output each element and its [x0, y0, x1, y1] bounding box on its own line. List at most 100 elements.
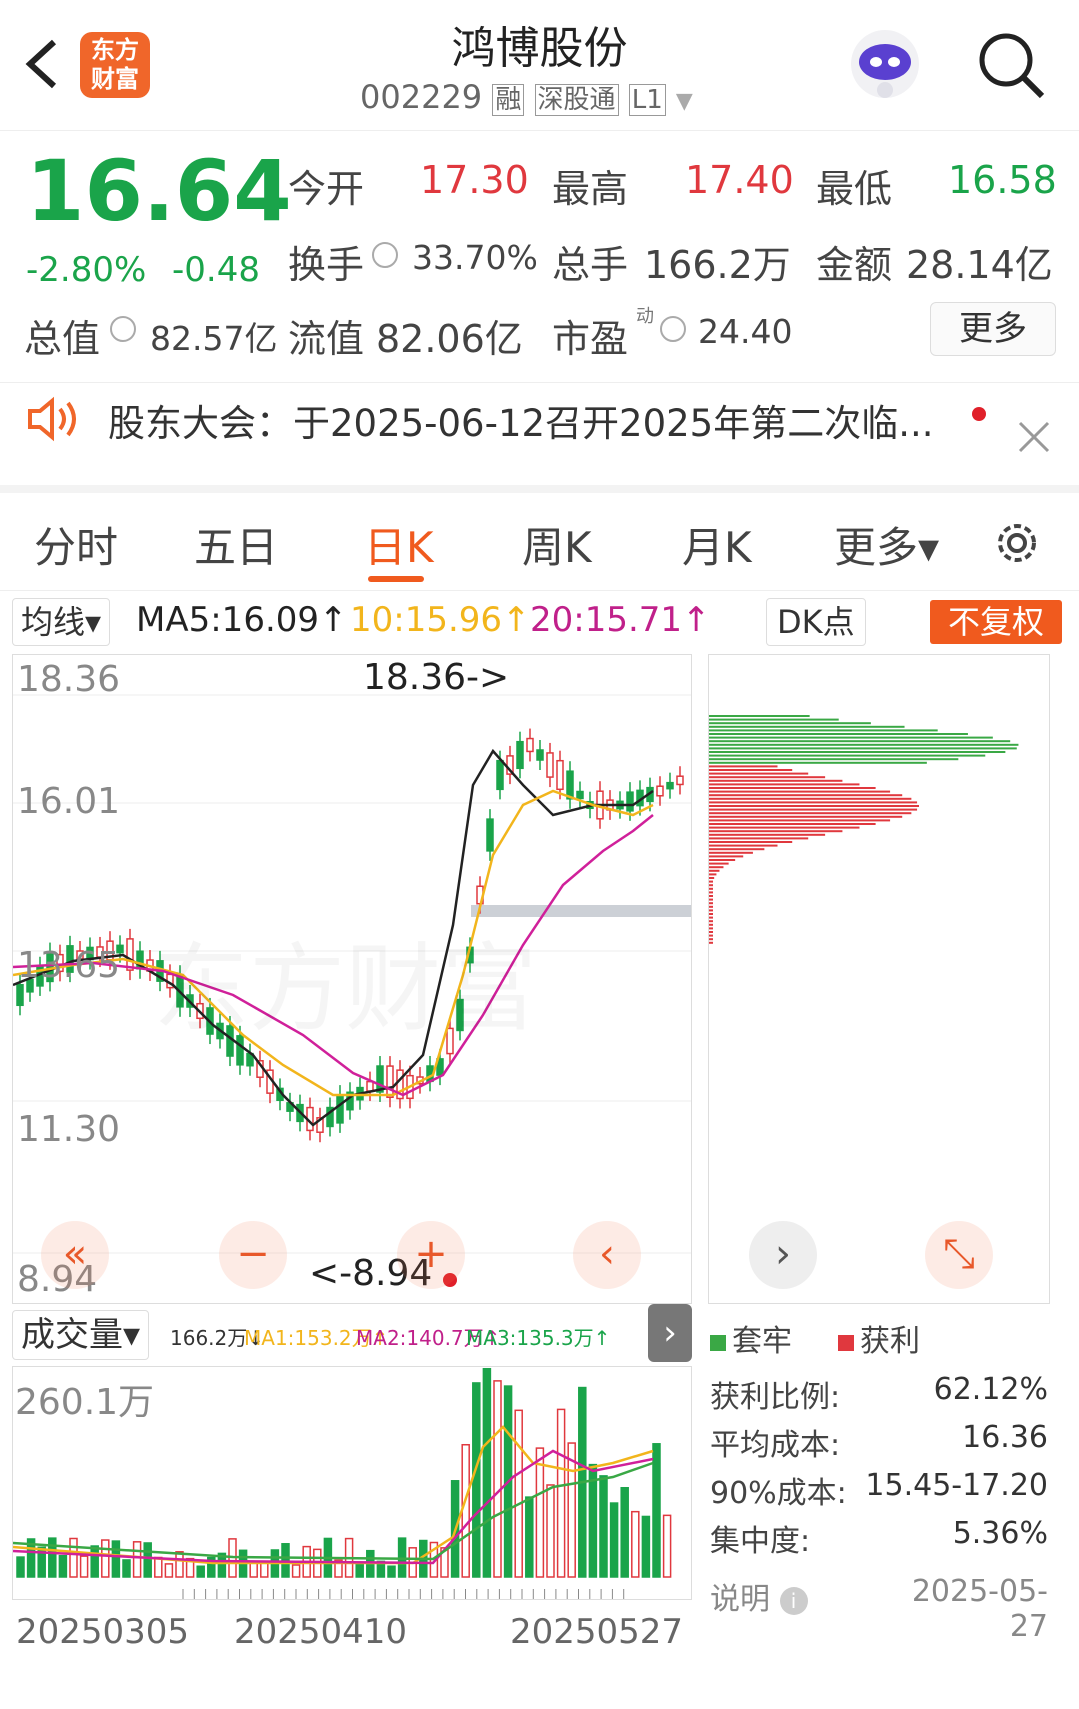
legend-trap: 套牢: [710, 1316, 792, 1360]
stat-label: 90%成本:: [710, 1476, 847, 1511]
volume-bar: [482, 1367, 492, 1578]
volume-bar: [535, 1447, 545, 1578]
note-link[interactable]: 说明 i: [710, 1574, 808, 1618]
rewind-button[interactable]: «: [41, 1221, 109, 1289]
expand-icon[interactable]: ⤡: [925, 1221, 993, 1289]
candle-body: [126, 938, 134, 971]
chip-bar: [709, 909, 713, 912]
dk-point-button[interactable]: DK点: [766, 598, 866, 646]
stock-code-row: 002229 融 深股通 L1 ▼: [360, 78, 693, 116]
notice-bar[interactable]: 股东大会：于2025-06-12召开2025年第二次临...: [0, 382, 1079, 493]
tag-sgt: 深股通: [534, 84, 619, 116]
candle-body: [336, 1094, 344, 1124]
more-quote-button[interactable]: 更多: [930, 302, 1056, 356]
tag-rong: 融: [492, 84, 525, 116]
chip-bar: [709, 859, 736, 861]
chip-bar: [709, 819, 891, 822]
settings-icon[interactable]: [990, 516, 1044, 570]
low-value: 16.58: [948, 158, 1057, 202]
tab-five-day[interactable]: 五日: [194, 514, 278, 575]
chip-bar: [709, 812, 912, 815]
chip-bar: [709, 898, 713, 901]
candle-body: [656, 785, 664, 797]
expand-right-icon[interactable]: ›: [648, 1304, 692, 1362]
stat-value: 16.36: [962, 1420, 1048, 1455]
chip-bar: [709, 758, 959, 761]
tab-daily-k[interactable]: 日K: [364, 514, 434, 575]
chip-bar: [709, 855, 744, 858]
chip-bar: [709, 869, 720, 872]
volume-bar: [355, 1561, 364, 1578]
chip-panel[interactable]: › ⤡: [708, 654, 1050, 1304]
pe-label: 市盈: [552, 317, 629, 361]
volume-bar: [16, 1556, 25, 1578]
zoom-in-button[interactable]: +: [397, 1221, 465, 1289]
volume-bar: [461, 1443, 470, 1578]
chip-distribution: [709, 715, 1019, 944]
turnover-label: 换手: [288, 243, 365, 287]
no-adjust-button[interactable]: 不复权: [930, 600, 1062, 644]
chip-bar: [709, 747, 1017, 750]
volume-bar: [291, 1564, 301, 1578]
volume-bar: [48, 1537, 57, 1578]
last-price: 16.64: [26, 142, 292, 240]
candle-body: [386, 1065, 394, 1099]
tab-more[interactable]: 更多▾: [834, 514, 939, 575]
date-label-2: 20250410: [234, 1612, 408, 1652]
unread-dot: [972, 407, 986, 421]
chip-bar: [709, 884, 713, 887]
volume-bar: [631, 1510, 640, 1578]
candle-body: [366, 1080, 374, 1092]
search-icon[interactable]: [976, 30, 1046, 100]
candle-body: [496, 759, 504, 791]
change-pct: -2.80%: [26, 250, 147, 290]
tab-weekly-k[interactable]: 周K: [522, 514, 592, 575]
open-label: 今开: [288, 167, 365, 211]
volume-bar: [525, 1496, 534, 1578]
close-icon[interactable]: [1016, 419, 1052, 455]
pe-superscript: 动: [636, 306, 654, 327]
float-label: 流值: [288, 317, 365, 361]
chip-bar: [709, 851, 753, 854]
chip-bar: [709, 837, 809, 840]
low-label: 最低: [816, 167, 893, 211]
mktcap-value: 82.57亿: [150, 319, 278, 358]
tab-intraday[interactable]: 分时: [34, 514, 118, 575]
volume-bar: [154, 1556, 163, 1578]
info-icon[interactable]: [372, 242, 398, 268]
step-forward-button[interactable]: ›: [749, 1221, 817, 1289]
watermark: 东方财富: [153, 911, 537, 1050]
volume-bar: [387, 1565, 396, 1578]
chip-bar: [709, 787, 876, 789]
chip-bar: [709, 938, 713, 941]
kline-panel[interactable]: 东方财富 18.36 16.01 13.65 11.30 8.94 18.36-…: [12, 654, 692, 1304]
ma10-value: 10:15.96↑: [350, 600, 531, 640]
chip-bar: [709, 895, 713, 897]
chip-bar: [709, 923, 713, 926]
legend-trap-label: 套牢: [732, 1324, 792, 1359]
volume-bar: [58, 1554, 68, 1578]
volume-bar: [641, 1515, 651, 1578]
volume-panel[interactable]: 260.1万: [12, 1366, 692, 1600]
ma-selector[interactable]: 均线▾: [12, 598, 111, 646]
chip-bar: [709, 830, 843, 833]
amount-value: 28.14亿: [906, 243, 1053, 287]
tab-monthly-k[interactable]: 月K: [682, 514, 752, 575]
robot-assistant-icon[interactable]: [848, 26, 922, 102]
volume-bar: [281, 1543, 290, 1578]
dropdown-icon[interactable]: ▼: [676, 89, 693, 114]
step-back-button[interactable]: ‹: [573, 1221, 641, 1289]
stat-label: 集中度:: [710, 1524, 811, 1559]
info-icon[interactable]: [110, 316, 136, 342]
volume-label: 总手: [552, 243, 629, 287]
volume-selector[interactable]: 成交量▾: [12, 1310, 150, 1360]
chip-bar: [709, 862, 729, 865]
candle-body: [576, 790, 584, 800]
info-icon: i: [779, 1586, 808, 1615]
chip-bar: [709, 715, 810, 717]
active-tab-underline: [368, 576, 424, 582]
tag-l1: L1: [628, 84, 666, 116]
zoom-out-button[interactable]: −: [219, 1221, 287, 1289]
chip-bar: [709, 913, 713, 915]
info-icon[interactable]: [660, 316, 686, 342]
